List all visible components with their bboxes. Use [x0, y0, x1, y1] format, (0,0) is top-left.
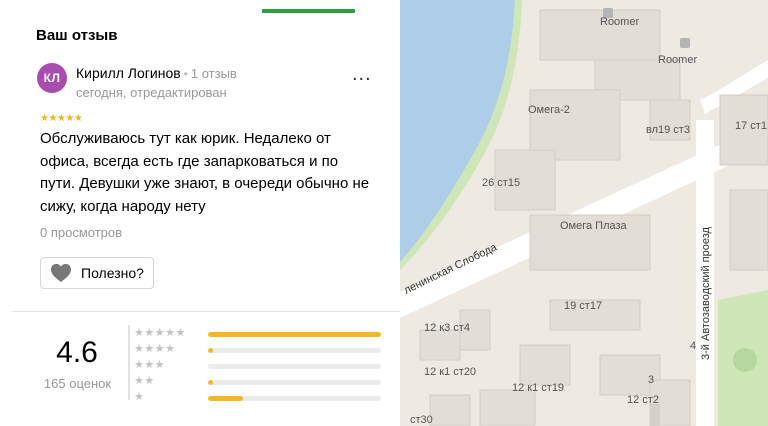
rating-row-fill: [208, 380, 214, 385]
review-author: Кирилл Логинов • 1 отзыв: [76, 65, 237, 81]
building-icon: [680, 38, 690, 48]
more-options-button[interactable]: ...: [352, 64, 372, 84]
map-label: 4: [690, 340, 697, 352]
review-views: 0 просмотров: [40, 225, 123, 240]
rating-row-track: [208, 364, 381, 369]
rating-row-track: [208, 348, 381, 353]
divider: [12, 311, 400, 312]
rating-row-stars: ★★: [134, 375, 155, 387]
helpful-button[interactable]: Полезно?: [40, 257, 154, 289]
map-label: 12 к1 ст20: [424, 366, 477, 378]
heart-icon: [51, 263, 71, 283]
rating-count: 165 оценок: [43, 376, 112, 391]
map-label: вл19 ст3: [646, 124, 690, 136]
street-label-proezd: 3-й Автозаводский проезд: [700, 227, 712, 360]
separator-dot: •: [183, 67, 188, 81]
rating-row-track: [208, 396, 381, 401]
section-title: Ваш отзыв: [36, 27, 118, 44]
review-text: Обслуживаюсь тут как юрик. Недалеко от о…: [40, 130, 370, 215]
review-date: сегодня, отредактирован: [76, 85, 227, 100]
distribution-axis: [128, 325, 130, 400]
map-label[interactable]: Roomer: [600, 16, 639, 28]
rating-distribution-row: ★★★: [134, 359, 384, 374]
rating-distribution-row: ★★★★: [134, 343, 384, 358]
map-canvas: [400, 0, 768, 426]
reviews-panel: Ваш отзыв КЛ Кирилл Логинов • 1 отзыв сего…: [0, 0, 400, 426]
rating-row-track: [208, 380, 381, 385]
rating-row-stars: ★: [134, 391, 145, 403]
avatar[interactable]: КЛ: [37, 63, 67, 93]
map-label: 12 ст2: [627, 394, 659, 406]
rating-value: 4.6: [56, 336, 98, 369]
active-tab-indicator: [262, 9, 355, 13]
map-label[interactable]: Омега Плаза: [560, 220, 627, 232]
poi-roomer-2[interactable]: [680, 38, 690, 48]
review-stars: ★★★★★: [40, 113, 83, 124]
rating-row-stars: ★★★★★: [134, 327, 186, 339]
author-reviews-count: 1 отзыв: [190, 66, 237, 81]
rating-row-stars: ★★★★: [134, 343, 176, 355]
helpful-label: Полезно?: [81, 265, 144, 281]
map-label[interactable]: Омега-2: [528, 104, 570, 116]
rating-row-stars: ★★★: [134, 359, 166, 371]
author-name[interactable]: Кирилл Логинов: [76, 65, 181, 81]
rating-distribution-row: ★: [134, 391, 384, 406]
rating-row-fill: [208, 396, 243, 401]
map-label: 17 ст1: [735, 120, 767, 132]
map-label[interactable]: Roomer: [658, 54, 697, 66]
rating-row-track: [208, 332, 381, 337]
rating-row-fill: [208, 332, 381, 337]
map-label: 3: [648, 374, 655, 386]
rating-row-fill: [208, 348, 214, 353]
map-area[interactable]: Roomer Roomer Омега-2 Омега Плаза вл19 с…: [400, 0, 768, 426]
map-label: 12 к3 ст4: [424, 322, 470, 334]
map-label: 26 ст15: [482, 177, 521, 189]
map-label: 19 ст17: [564, 300, 603, 312]
rating-distribution-row: ★★★★★: [134, 327, 384, 342]
rating-distribution-row: ★★: [134, 375, 384, 390]
map-label: 12 к1 ст19: [512, 382, 565, 394]
map-label: ст30: [410, 414, 433, 426]
